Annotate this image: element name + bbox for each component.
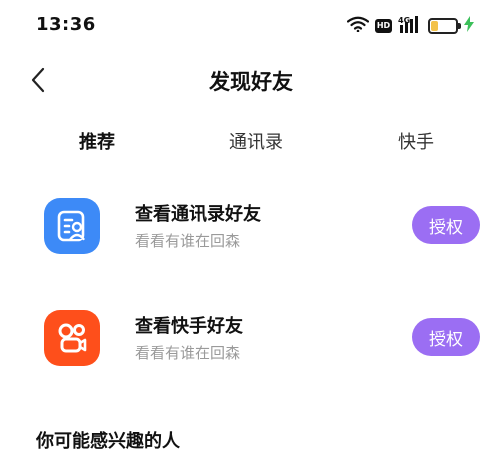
nav-bar: 发现好友 [0,52,502,108]
tab-contacts[interactable]: 通讯录 [229,128,283,154]
authorize-contacts-button[interactable]: 授权 [412,206,480,244]
tab-recommend[interactable]: 推荐 [79,128,115,154]
kuaishou-friends-row[interactable]: 查看快手好友 看看有谁在回森 授权 [0,310,502,390]
kuaishou-icon [44,310,100,366]
page-title: 发现好友 [209,70,293,94]
battery-icon [428,18,461,34]
hd-icon: HD [375,19,392,33]
row-title: 查看通讯录好友 [135,204,261,225]
tab-kuaishou[interactable]: 快手 [398,128,434,154]
wifi-icon [346,16,370,36]
tab-label: 通讯录 [229,132,283,153]
row-subtitle: 看看有谁在回森 [135,232,241,250]
section-title: 你可能感兴趣的人 [36,431,180,452]
charging-icon [464,16,474,36]
row-title: 查看快手好友 [135,316,243,337]
contacts-icon [44,198,100,254]
status-bar: 13:36 HD 4G [0,0,502,48]
signal-icon: 4G [398,15,422,37]
authorize-kuaishou-button[interactable]: 授权 [412,318,480,356]
tab-bar: 推荐 通讯录 快手 [0,124,502,164]
status-time: 13:36 [36,14,96,35]
svg-text:4G: 4G [398,16,410,25]
tab-label: 推荐 [79,132,115,153]
contacts-friends-row[interactable]: 查看通讯录好友 看看有谁在回森 授权 [0,198,502,278]
row-subtitle: 看看有谁在回森 [135,344,241,362]
status-icons: HD 4G [346,15,474,37]
tab-label: 快手 [398,132,434,153]
battery-level [431,21,438,31]
